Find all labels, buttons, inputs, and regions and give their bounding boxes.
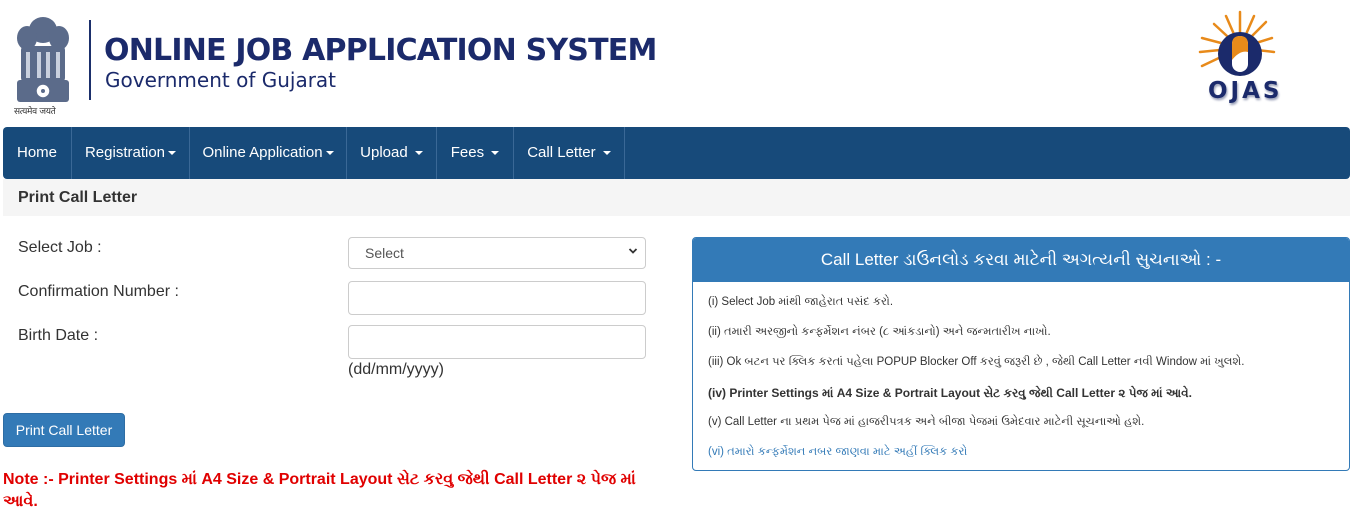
nav-item-online-application[interactable]: Online Application [190, 127, 347, 179]
nav-item-home[interactable]: Home [3, 127, 72, 179]
instruction-item: (iii) Ok બટન પર ક્લિક કરતાં પહેલા POPUP … [708, 356, 1245, 368]
nav-item-label: Registration [84, 144, 166, 161]
header-divider [89, 20, 91, 100]
printer-settings-note: Note :- Printer Settings માં A4 Size & P… [3, 471, 636, 510]
site-header: सत्यमेव जयते ONLINE JOB APPLICATION SYST… [0, 0, 1355, 125]
nav-item-label: Online Application [202, 144, 323, 161]
confirmation-number-input[interactable] [348, 281, 646, 315]
nav-item-label: Upload [360, 144, 408, 161]
page-title-bar: Print Call Letter [3, 179, 1350, 216]
ojas-logo-text: OJAS [1208, 78, 1283, 104]
print-call-letter-button[interactable]: Print Call Letter [3, 413, 125, 447]
instruction-item: (ii) તમારી અરજીનો કન્ફર્મેશન નંબર (૮ આંક… [708, 326, 1051, 338]
select-job-label: Select Job : [18, 239, 102, 256]
national-emblem-icon [17, 17, 69, 102]
nav-item-label: Fees [450, 144, 485, 161]
site-subtitle: Government of Gujarat [105, 68, 337, 92]
birth-date-input[interactable] [348, 325, 646, 359]
instruction-item: (i) Select Job માંથી જાહેરાત પસંદ કરો. [708, 296, 894, 308]
birth-date-label: Birth Date : [18, 327, 99, 344]
emblem-motto: सत्यमेव जयते [14, 107, 56, 117]
select-job-dropdown[interactable]: Select [348, 237, 646, 269]
instructions-heading: Call Letter ડાઉનલોડ કરવા માટેની અગત્યની … [693, 238, 1349, 282]
confirmation-number-label: Confirmation Number : [18, 283, 179, 300]
caret-down-icon [414, 151, 423, 156]
site-title: ONLINE JOB APPLICATION SYSTEM [104, 33, 657, 68]
instruction-item-printer-settings: (iv) Printer Settings માં A4 Size & Port… [708, 386, 1192, 400]
instructions-panel: Call Letter ડાઉનલોડ કરવા માટેની અગત્યની … [692, 237, 1350, 471]
nav-item-registration[interactable]: Registration [72, 127, 190, 179]
instruction-item: (v) Call Letter ના પ્રથમ પેજ માં હાજરીપત… [708, 416, 1145, 428]
nav-item-call-letter[interactable]: Call Letter [514, 127, 625, 179]
caret-down-icon [602, 151, 611, 156]
nav-item-label: Home [16, 144, 57, 161]
caret-down-icon [491, 151, 500, 156]
page-title: Print Call Letter [18, 189, 138, 206]
main-navbar: Home Registration Online Application Upl… [3, 127, 1350, 179]
know-confirmation-number-link[interactable]: (vi) તમારો કન્ફર્મેશન નબર જાણવા માટે અહી… [708, 446, 967, 459]
birth-date-format-hint: (dd/mm/yyyy) [348, 361, 444, 378]
caret-down-icon [168, 151, 177, 156]
nav-item-label: Call Letter [527, 144, 596, 161]
nav-item-fees[interactable]: Fees [437, 127, 514, 179]
nav-item-upload[interactable]: Upload [347, 127, 437, 179]
caret-down-icon [325, 151, 334, 156]
